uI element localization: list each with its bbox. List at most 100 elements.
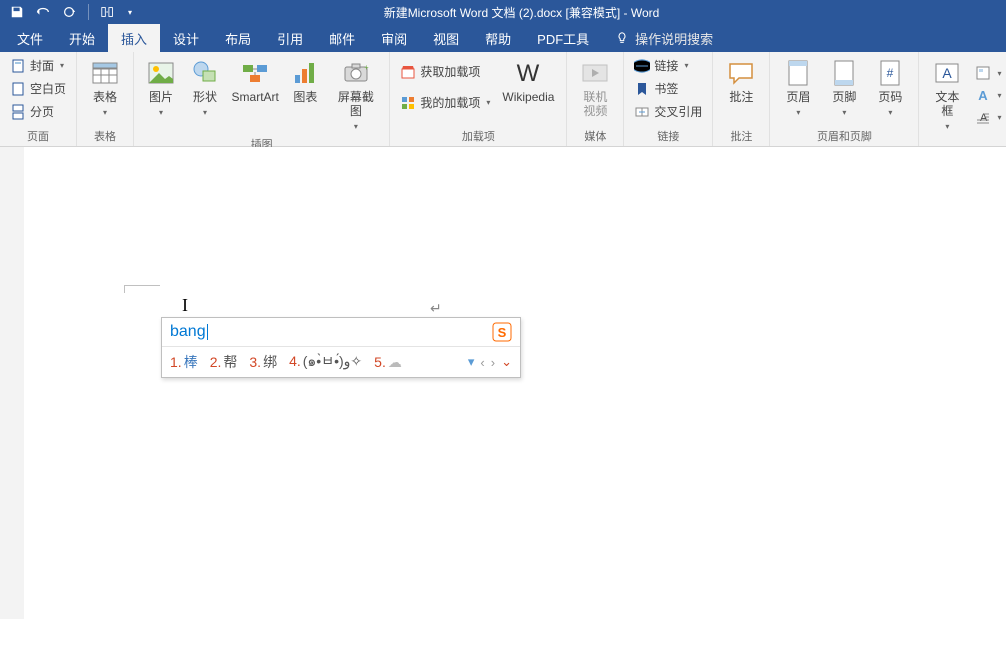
group-pages: 封面▾ 空白页 分页 页面 (0, 52, 77, 146)
chart-icon (289, 57, 321, 89)
page-number-button[interactable]: # 页码▾ (868, 55, 912, 121)
wordart-button[interactable]: A▾ (971, 85, 1005, 105)
pictures-button[interactable]: 图片 ▾ (140, 55, 182, 121)
smartart-button[interactable]: SmartArt (228, 55, 282, 107)
shapes-button[interactable]: 形状▾ (184, 55, 226, 121)
group-links-label: 链接 (630, 126, 706, 144)
tab-review[interactable]: 审阅 (368, 24, 420, 52)
chevron-down-icon: ▾ (997, 113, 1001, 122)
tab-layout[interactable]: 布局 (212, 24, 264, 52)
tab-tell-me[interactable]: 操作说明搜索 (602, 24, 726, 52)
ribbon: 封面▾ 空白页 分页 页面 表格▾ 表格 (0, 52, 1006, 147)
cover-page-label: 封面 (30, 57, 54, 74)
ime-candidate-2[interactable]: 2.帮 (210, 352, 238, 372)
svg-text:W: W (517, 60, 540, 87)
footer-label: 页脚 (832, 90, 856, 104)
screenshot-icon: + (340, 57, 372, 89)
chevron-down-icon: ▾ (60, 61, 64, 70)
chevron-down-icon: ▾ (842, 108, 846, 117)
group-header-footer-label: 页眉和页脚 (776, 126, 912, 144)
tab-pdf[interactable]: PDF工具 (524, 24, 602, 52)
chart-button[interactable]: 图表 (284, 55, 326, 107)
comment-label: 批注 (729, 91, 753, 105)
group-comments-label: 批注 (719, 126, 763, 144)
group-text-label (925, 142, 1005, 144)
crossref-button[interactable]: 交叉引用 (630, 101, 706, 122)
chevron-down-icon: ▾ (159, 108, 163, 117)
tab-design[interactable]: 设计 (160, 24, 212, 52)
bookmark-label: 书签 (654, 80, 678, 97)
tab-view[interactable]: 视图 (420, 24, 472, 52)
cover-page-button[interactable]: 封面 ▾ (6, 55, 70, 76)
dropcap-button[interactable]: A▾ (971, 107, 1005, 127)
screenshot-button[interactable]: + 屏幕截图▾ (328, 55, 383, 134)
header-button[interactable]: 页眉 ▾ (776, 55, 820, 121)
tab-home[interactable]: 开始 (56, 24, 108, 52)
my-addins-button[interactable]: 我的加载项▾ (396, 92, 494, 113)
crossref-label: 交叉引用 (654, 103, 702, 120)
tab-help[interactable]: 帮助 (472, 24, 524, 52)
shapes-icon (189, 57, 221, 89)
group-addins-label: 加载项 (396, 126, 560, 144)
group-links: 链接▾ 书签 交叉引用 链接 (624, 52, 713, 146)
group-addins: 获取加载项 我的加载项▾ W Wikipedia 加载项 (390, 52, 567, 146)
ime-expand-icon[interactable]: ⌄ (501, 354, 512, 370)
sogou-logo-icon[interactable]: S (492, 322, 512, 342)
bookmark-button[interactable]: 书签 (630, 78, 706, 99)
qat-dropdown-icon[interactable]: ▾ (123, 1, 137, 23)
ime-candidate-4[interactable]: 4.(๑•̀ㅂ•́)و✧ (289, 351, 362, 373)
screenshot-label: 屏幕截图 (338, 90, 374, 118)
tab-references[interactable]: 引用 (264, 24, 316, 52)
table-label: 表格 (93, 90, 117, 104)
group-header-footer: 页眉 ▾ 页脚 ▾ # 页码▾ 页眉和页脚 (770, 52, 919, 146)
wordart-icon: A (975, 87, 991, 103)
ime-next-icon[interactable]: › (491, 355, 495, 370)
cover-page-icon (10, 58, 26, 74)
blank-page-button[interactable]: 空白页 (6, 78, 70, 99)
redo-icon[interactable] (58, 1, 80, 23)
addins-icon (400, 95, 416, 111)
ime-popup: bang S 1.棒 2.帮 3.绑 4.(๑•̀ㅂ•́)و✧ 5.☁ ▾ ‹ … (161, 317, 521, 378)
tab-mailings[interactable]: 邮件 (316, 24, 368, 52)
pictures-label: 图片 (149, 90, 173, 104)
get-addins-button[interactable]: 获取加载项 (396, 61, 494, 82)
ime-controls: ▾ ‹ › ⌄ (468, 354, 512, 370)
save-icon[interactable] (6, 1, 28, 23)
chevron-down-icon: ▾ (796, 108, 800, 117)
table-button[interactable]: 表格▾ (83, 55, 127, 121)
touch-mode-icon[interactable] (97, 1, 119, 23)
ime-candidate-3[interactable]: 3.绑 (249, 352, 277, 372)
ime-prev-icon[interactable]: ‹ (480, 355, 484, 370)
chevron-down-icon: ▾ (997, 91, 1001, 100)
wikipedia-button[interactable]: W Wikipedia (496, 55, 560, 107)
header-label: 页眉 (786, 90, 810, 104)
svg-text:A: A (943, 65, 953, 81)
svg-text:A: A (979, 88, 989, 103)
ime-input-row: bang S (162, 318, 520, 347)
tab-file[interactable]: 文件 (4, 24, 56, 52)
textbox-button[interactable]: A 文本框▾ (925, 55, 969, 134)
quick-access-toolbar: ▾ (0, 1, 137, 23)
ime-candidate-1[interactable]: 1.棒 (170, 352, 198, 372)
quickparts-button[interactable]: ▾ (971, 63, 1005, 83)
bookmark-icon (634, 81, 650, 97)
separator (88, 4, 89, 20)
video-label: 联机视频 (579, 91, 611, 119)
link-button[interactable]: 链接▾ (630, 55, 706, 76)
link-icon (634, 58, 650, 74)
dropcap-icon: A (975, 109, 991, 125)
ime-more-icon[interactable]: ▾ (468, 354, 475, 370)
document-area[interactable]: I ↵ bang S 1.棒 2.帮 3.绑 4.(๑•̀ㅂ•́)و✧ 5.☁ … (0, 147, 1006, 619)
undo-icon[interactable] (32, 1, 54, 23)
ruler-left (0, 147, 24, 619)
pictures-icon (145, 57, 177, 89)
ime-candidate-5[interactable]: 5.☁ (374, 354, 402, 371)
online-video-button[interactable]: 联机视频 (573, 55, 617, 121)
page-break-button[interactable]: 分页 (6, 101, 70, 122)
chevron-down-icon: ▾ (945, 122, 949, 131)
tab-insert[interactable]: 插入 (108, 24, 160, 52)
footer-button[interactable]: 页脚 ▾ (822, 55, 866, 121)
video-icon (579, 57, 611, 89)
comment-button[interactable]: 批注 (719, 55, 763, 107)
group-comments: 批注 批注 (713, 52, 770, 146)
